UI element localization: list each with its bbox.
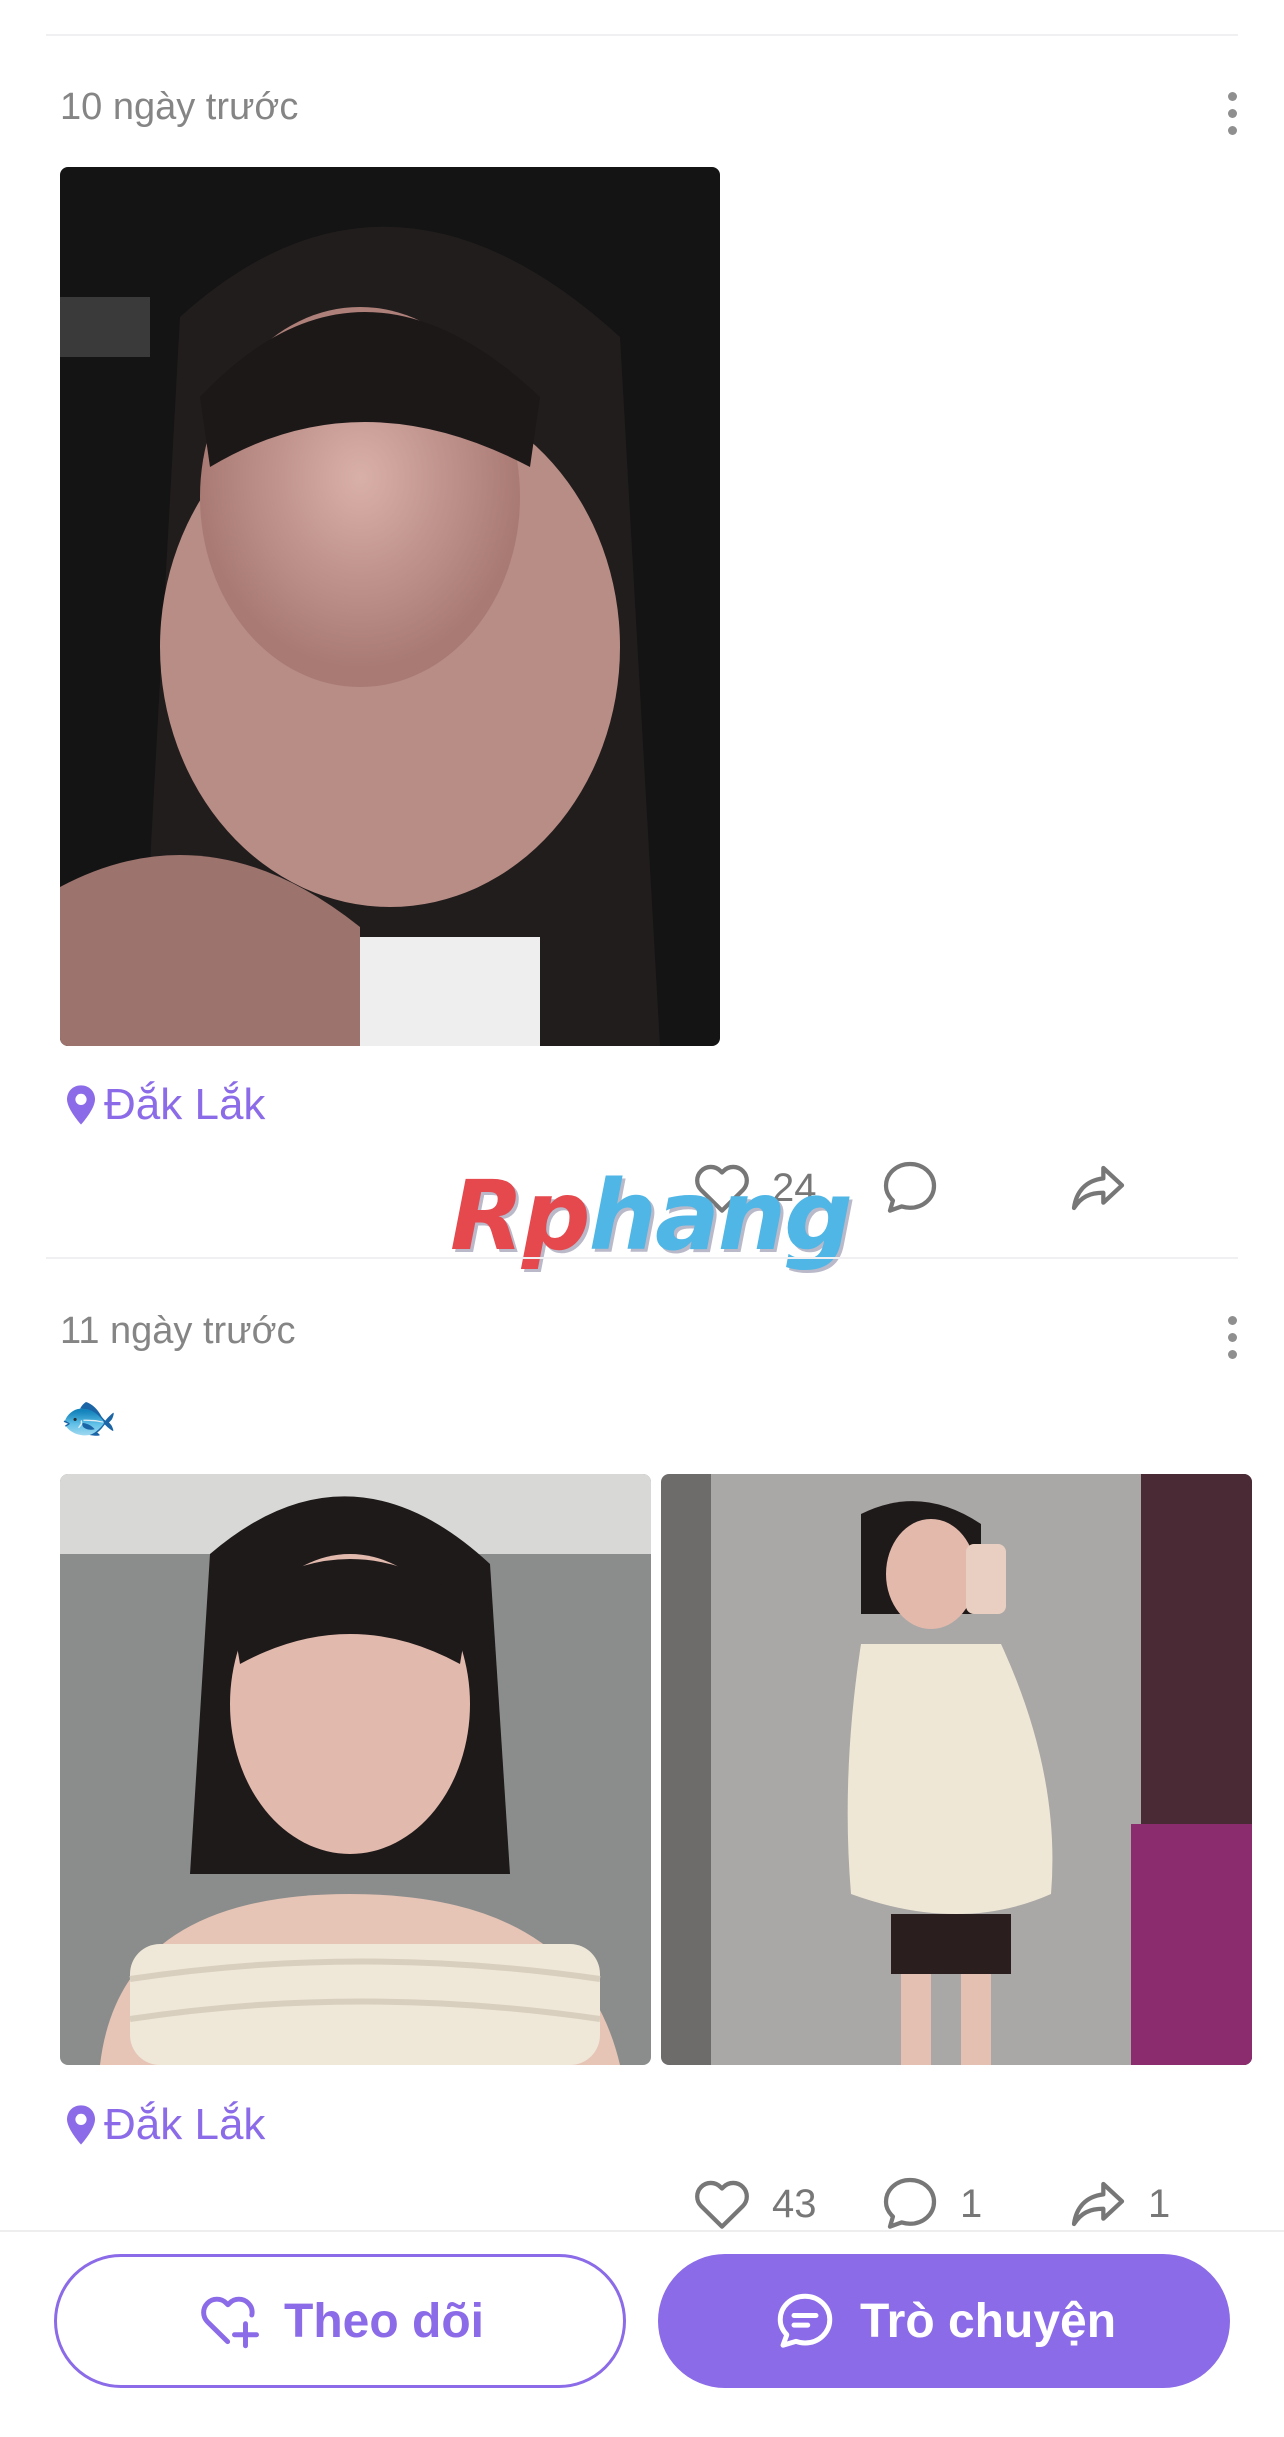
heart-icon <box>695 2180 749 2229</box>
more-dot <box>1227 109 1237 118</box>
post-caption: 🐟 <box>60 1391 118 1443</box>
post-photo[interactable] <box>60 167 720 1046</box>
post-location[interactable]: Đắk Lắk <box>64 2100 265 2150</box>
photo-mirror-selfie <box>661 1474 1252 2065</box>
like-button[interactable]: 43 <box>690 2172 817 2236</box>
more-dot <box>1227 92 1237 101</box>
location-pin-icon <box>67 2105 95 2145</box>
post-divider <box>46 1257 1238 1259</box>
chat-button[interactable]: Trò chuyện <box>658 2254 1230 2388</box>
chat-label: Trò chuyện <box>859 2294 1117 2348</box>
comment-button[interactable]: 1 <box>878 2172 982 2236</box>
follow-button[interactable]: Theo dõi <box>54 2254 626 2388</box>
post-divider-top <box>46 34 1238 36</box>
comment-button[interactable] <box>878 1156 960 1220</box>
share-count: 1 <box>1148 2181 1171 2226</box>
more-dot <box>1227 1333 1237 1342</box>
more-options-button[interactable] <box>1222 1316 1242 1359</box>
more-options-button[interactable] <box>1222 92 1242 135</box>
share-button[interactable] <box>1066 1156 1148 1220</box>
more-dot <box>1227 126 1237 135</box>
post-time: 11 ngày trước <box>60 1310 296 1352</box>
location-label: Đắk Lắk <box>104 2100 266 2149</box>
like-count: 43 <box>772 2181 817 2226</box>
location-pin-icon <box>67 1085 95 1125</box>
post-photo-2[interactable] <box>661 1474 1252 2065</box>
post-time: 10 ngày trước <box>60 86 299 128</box>
share-icon <box>1071 2181 1125 2227</box>
share-icon <box>1071 1165 1125 1211</box>
more-dot <box>1227 1316 1237 1325</box>
comment-count: 1 <box>960 2181 983 2226</box>
more-dot <box>1227 1350 1237 1359</box>
heart-plus-icon <box>201 2296 259 2349</box>
location-label: Đắk Lắk <box>104 1080 266 1129</box>
bottom-action-bar: Theo dõi Trò chuyện <box>0 2230 1284 2437</box>
chat-icon <box>777 2293 833 2348</box>
post-location[interactable]: Đắk Lắk <box>64 1080 265 1130</box>
photo-portrait <box>60 1474 651 2065</box>
comment-icon <box>883 2177 937 2229</box>
comment-icon <box>883 1161 937 1213</box>
post-photo-1[interactable] <box>60 1474 651 2065</box>
watermark-logo: Rphang <box>450 1160 853 1272</box>
share-button[interactable]: 1 <box>1066 2172 1170 2236</box>
follow-label: Theo dõi <box>284 2294 484 2348</box>
photo-selfie <box>60 167 720 1046</box>
